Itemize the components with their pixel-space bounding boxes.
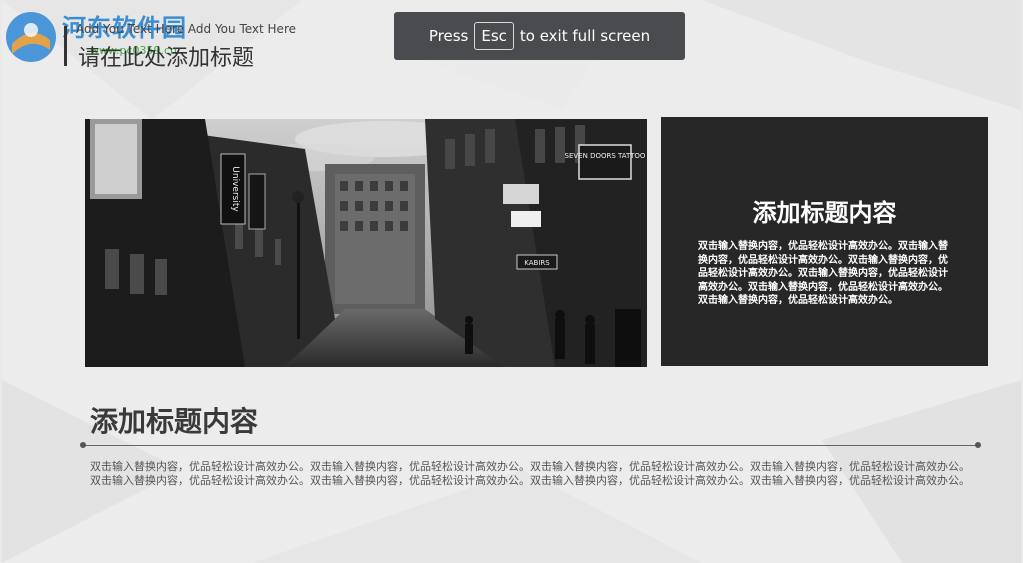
fs-hint-exit: to exit full screen <box>519 27 651 45</box>
street-photo-image: University SEVEN DOORS TATTOO KABIRS <box>85 119 647 367</box>
section-body-text[interactable]: 双击输入替换内容，优品轻松设计高效办公。双击输入替换内容，优品轻松设计高效办公。… <box>90 460 974 488</box>
logo-icon <box>6 12 56 62</box>
page-title[interactable]: 请在此处添加标题 <box>78 40 254 72</box>
card-body-text[interactable]: 双击输入替换内容，优品轻松设计高效办公。双击输入替换内容，优品轻松设计高效办公。… <box>698 240 954 308</box>
divider-line <box>83 445 978 446</box>
section-title[interactable]: 添加标题内容 <box>90 400 258 440</box>
fullscreen-exit-hint: Press Esc to exit full screen <box>394 12 685 60</box>
sign-kabirs: KABIRS <box>524 259 550 267</box>
header-subtitle: Add You Text Here Add You Text Here <box>76 22 296 36</box>
slide-canvas[interactable]: 河东软件园 www.pc0359.cn Add You Text Here Ad… <box>2 0 1021 563</box>
divider-dot-right <box>975 442 981 448</box>
street-photo[interactable]: University SEVEN DOORS TATTOO KABIRS <box>85 119 647 367</box>
section-divider <box>80 442 981 448</box>
banner-university: University <box>230 166 240 212</box>
content-card[interactable]: 添加标题内容 双击输入替换内容，优品轻松设计高效办公。双击输入替换内容，优品轻松… <box>661 117 988 366</box>
card-title[interactable]: 添加标题内容 <box>661 193 988 228</box>
esc-key: Esc <box>474 22 514 50</box>
sign-seven-doors: SEVEN DOORS TATTOO <box>565 152 646 160</box>
fs-hint-press: Press <box>428 27 469 45</box>
header-accent-bar <box>64 26 67 66</box>
divider-dot-left <box>80 442 86 448</box>
